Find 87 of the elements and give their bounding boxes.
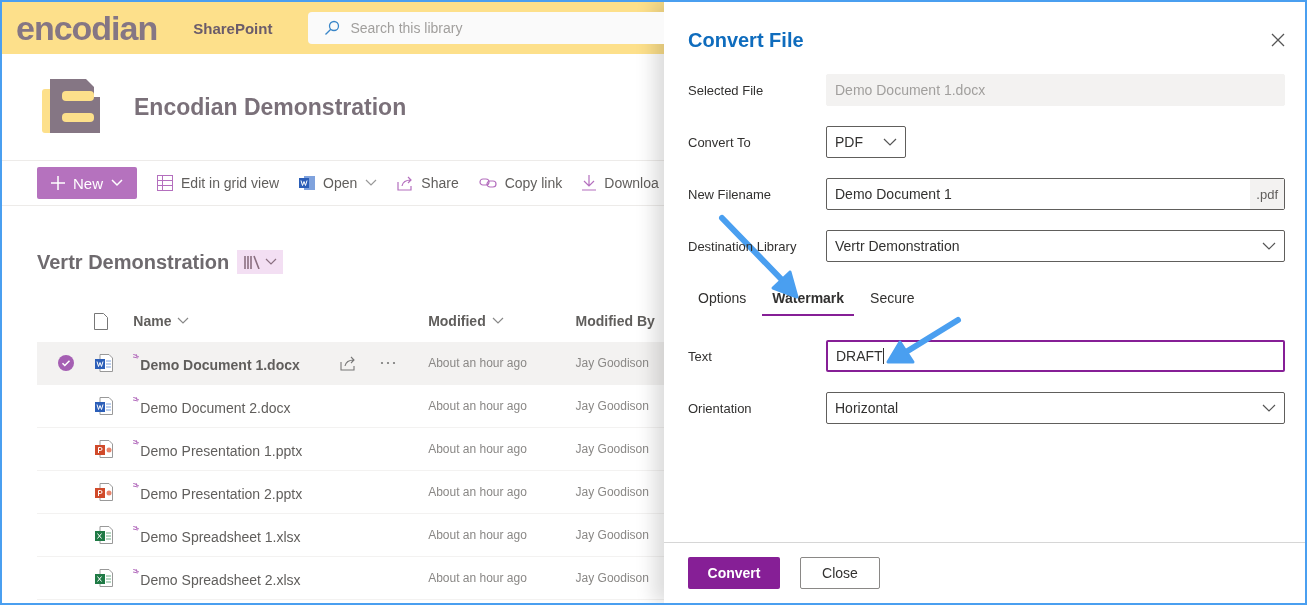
column-header[interactable]: Modified By: [575, 313, 664, 329]
new-item-icon: [133, 568, 141, 576]
field-label: Convert To: [688, 134, 752, 150]
file-row[interactable]: Demo Presentation 1.pptx About an hour ago Jay Goodison: [37, 428, 664, 471]
download-icon: [582, 175, 597, 191]
modified-cell-text: About an hour ago: [428, 356, 528, 370]
library-icon: [243, 255, 262, 269]
more-options-icon[interactable]: [379, 361, 396, 365]
word-file-icon: [94, 353, 114, 373]
spreadsheet-file-icon: [94, 525, 114, 545]
file-name[interactable]: Demo Spreadsheet 2.xlsx: [140, 571, 301, 588]
new-item-icon: [133, 525, 141, 533]
field-label: Orientation: [688, 400, 753, 416]
chevron-down-icon: [491, 317, 504, 325]
filename-field[interactable]: Demo Document 1 .pdf: [826, 178, 1285, 210]
site-name[interactable]: SharePoint: [193, 19, 273, 37]
presentation-file-icon: [94, 482, 114, 502]
share-icon: [397, 175, 414, 191]
chevron-down-icon: [177, 317, 190, 325]
close-icon[interactable]: [1271, 33, 1285, 47]
library-title: Vertr Demonstration: [37, 250, 230, 274]
field-label: New Filename: [688, 186, 773, 202]
format-dropdown[interactable]: PDF: [826, 126, 906, 158]
download-command[interactable]: Downloa: [574, 175, 667, 191]
modified-by-cell-text: Jay Goodison: [575, 399, 650, 413]
modified-cell-text: About an hour ago: [428, 485, 528, 499]
chevron-down-icon: [883, 138, 897, 146]
modified-by-cell-text: Jay Goodison: [575, 485, 650, 499]
modified-cell-text: About an hour ago: [428, 399, 528, 413]
file-row[interactable]: Demo Document 2.docx About an hour ago Jay Goodison: [37, 385, 664, 428]
dropdown-field[interactable]: Vertr Demonstration: [826, 230, 1285, 262]
file-name[interactable]: Demo Presentation 1.pptx: [140, 442, 303, 459]
new-item-icon: [133, 439, 141, 447]
chevron-down-icon: [1262, 404, 1276, 412]
chevron-down-icon: [365, 179, 378, 187]
file-row[interactable]: Demo Spreadsheet 1.xlsx About an hour ago Jay Goodison: [37, 514, 664, 557]
grid-command[interactable]: Edit in grid view: [149, 175, 288, 191]
file-name[interactable]: Demo Document 1.docx: [140, 356, 300, 373]
file-row[interactable]: Demo Spreadsheet 2.xlsx About an hour ago Jay Goodison: [37, 557, 664, 600]
site-title: Encodian Demonstration: [134, 93, 407, 121]
panel-tab[interactable]: Options: [688, 280, 757, 316]
new-button[interactable]: New: [37, 167, 137, 199]
modified-cell-text: About an hour ago: [428, 571, 528, 585]
library-view-button[interactable]: [237, 250, 284, 274]
share-command[interactable]: Share: [389, 175, 467, 191]
file-row[interactable]: Demo Document 1.docx About an hour ago Jay Goodison: [37, 342, 664, 385]
share-icon[interactable]: [339, 355, 356, 371]
dropdown-field[interactable]: Horizontal: [826, 392, 1285, 424]
document-icon: [94, 312, 108, 330]
grid-icon: [157, 175, 173, 191]
word-file-icon: [299, 175, 316, 191]
convert-button[interactable]: Convert: [688, 557, 780, 589]
new-item-icon: [133, 396, 141, 404]
search-field[interactable]: Search this library: [308, 12, 664, 44]
open-command[interactable]: Open: [291, 175, 386, 191]
modified-cell-text: About an hour ago: [428, 528, 528, 542]
presentation-file-icon: [94, 439, 114, 459]
selected-file-field: Demo Document 1.docx: [826, 74, 1285, 106]
text-field[interactable]: DRAFT: [826, 340, 1285, 372]
modified-by-cell-text: Jay Goodison: [575, 356, 650, 370]
extension-suffix: .pdf: [1250, 179, 1284, 209]
chevron-down-icon: [111, 179, 123, 187]
check-circle-icon[interactable]: [57, 355, 74, 371]
file-name[interactable]: Demo Document 2.docx: [140, 399, 291, 416]
field-label: Text: [688, 348, 713, 364]
modified-by-cell-text: Jay Goodison: [575, 442, 650, 456]
field-label: Selected File: [688, 82, 765, 98]
modified-cell-text: About an hour ago: [428, 442, 528, 456]
column-header[interactable]: Name: [133, 313, 340, 329]
column-header[interactable]: Modified: [428, 313, 576, 329]
close-button[interactable]: Close: [800, 557, 880, 589]
modified-by-cell-text: Jay Goodison: [575, 528, 650, 542]
new-item-icon: [133, 353, 141, 361]
spreadsheet-file-icon: [94, 568, 114, 588]
file-name[interactable]: Demo Presentation 2.pptx: [140, 485, 303, 502]
plus-icon: [51, 176, 65, 190]
link-icon: [478, 177, 497, 189]
chevron-down-icon: [1262, 242, 1276, 250]
word-file-icon: [94, 396, 114, 416]
panel-tab[interactable]: Secure: [860, 280, 925, 316]
panel-title: Convert File: [688, 28, 804, 52]
chevron-down-icon: [265, 258, 278, 266]
new-item-icon: [133, 482, 141, 490]
modified-by-cell-text: Jay Goodison: [575, 571, 650, 585]
file-name[interactable]: Demo Spreadsheet 1.xlsx: [140, 528, 301, 545]
file-row[interactable]: Demo Presentation 2.pptx About an hour ago Jay Goodison: [37, 471, 664, 514]
link-command[interactable]: Copy link: [470, 175, 571, 191]
